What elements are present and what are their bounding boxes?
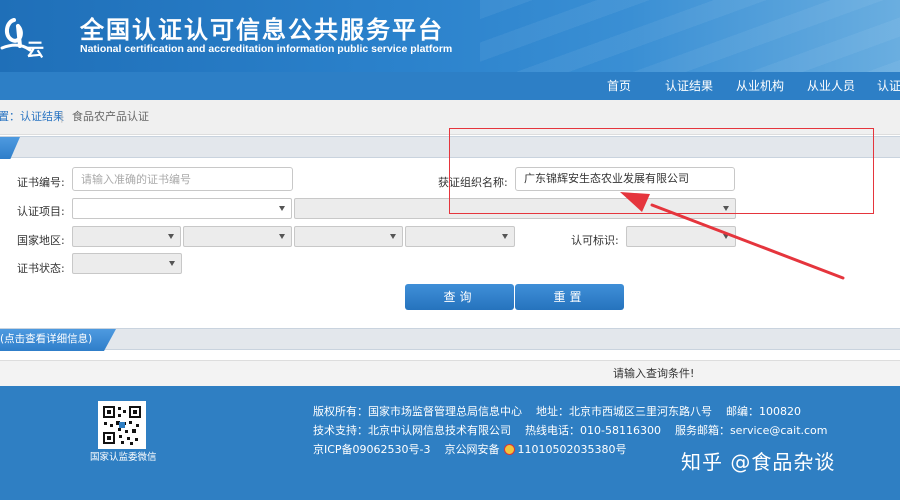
nav-item-institutions[interactable]: 从业机构 [736,72,784,100]
project-select[interactable] [72,198,292,219]
annotation-highlight-box [449,128,874,214]
footer-copyright: 版权所有：国家市场监督管理总局信息中心 [313,405,522,418]
police-badge-icon [503,444,515,455]
footer-tech-support: 技术支持：北京中认网信息技术有限公司 [313,424,511,437]
results-panel: 请输入查询条件! [0,360,900,386]
footer-line-1: 版权所有：国家市场监督管理总局信息中心 地址：北京市西城区三里河东路八号 邮编：10… [313,403,815,419]
nav-item-practitioners[interactable]: 从业人员 [807,72,855,100]
region-select-2[interactable] [183,226,292,247]
region-select-1[interactable] [72,226,181,247]
footer-email[interactable]: 服务邮箱：service@cait.com [675,424,828,437]
reset-button[interactable]: 重置 [515,284,624,310]
region-select-3[interactable] [294,226,403,247]
region-select-4[interactable] [405,226,515,247]
search-button[interactable]: 查询 [405,284,514,310]
accredit-label: 认可标识: [571,234,619,247]
header-banner: 云 全国认证认可信息公共服务平台 National certification … [0,0,900,72]
accredit-select[interactable] [626,226,736,247]
footer-postcode: 邮编：100820 [726,405,801,418]
main-nav: 首页 认证结果 从业机构 从业人员 认证 [0,72,900,100]
breadcrumb-current: 食品农产品认证 [72,110,149,123]
dropdown-caret-icon [279,206,285,211]
dropdown-caret-icon [390,234,396,239]
dropdown-caret-icon [502,234,508,239]
footer-hotline: 热线电话：010-58116300 [525,424,661,437]
cert-no-input[interactable] [72,167,293,191]
site-title: 全国认证认可信息公共服务平台 [80,16,444,44]
nav-item-cert-results[interactable]: 认证结果 [665,72,713,100]
footer-line-2: 技术支持：北京中认网信息技术有限公司 热线电话：010-58116300 服务邮箱：… [313,422,842,438]
watermark: 知乎 @食品杂谈 [681,450,836,474]
dropdown-caret-icon [169,261,175,266]
svg-text:云: 云 [26,40,44,61]
nav-item-certification[interactable]: 认证 [877,72,900,100]
project-label: 认证项目: [17,205,65,218]
detail-hint[interactable]: (点击查看详细信息) [0,329,92,350]
region-label: 国家地区: [17,234,65,247]
logo-icon: 云 [0,18,44,61]
footer-line-3: 京ICP备09062530号-3 京公网安备 11010502035380号 [313,441,641,457]
dropdown-caret-icon [168,234,174,239]
footer-icp[interactable]: 京ICP备09062530号-3 [313,443,431,456]
qr-code-icon [98,401,146,449]
footer: 国家认监委微信 版权所有：国家市场监督管理总局信息中心 地址：北京市西城区三里河东… [0,386,900,500]
dropdown-caret-icon [723,234,729,239]
status-label: 证书状态: [17,262,65,275]
status-select[interactable] [72,253,182,274]
qr-caption: 国家认监委微信 [90,452,157,463]
footer-police-record[interactable]: 京公网安备 [445,443,500,456]
results-section-header: (点击查看详细信息) [0,328,900,351]
breadcrumb-parent[interactable]: 置：认证结果 [0,100,64,134]
nav-item-home[interactable]: 首页 [607,72,631,100]
footer-address: 地址：北京市西城区三里河东路八号 [536,405,712,418]
breadcrumb-separator: | [60,110,64,123]
dropdown-caret-icon [279,234,285,239]
footer-police-no[interactable]: 11010502035380号 [518,443,627,456]
site-subtitle: National certification and accreditation… [80,43,453,55]
cert-no-label: 证书编号: [17,176,65,189]
results-message: 请输入查询条件! [613,367,695,380]
